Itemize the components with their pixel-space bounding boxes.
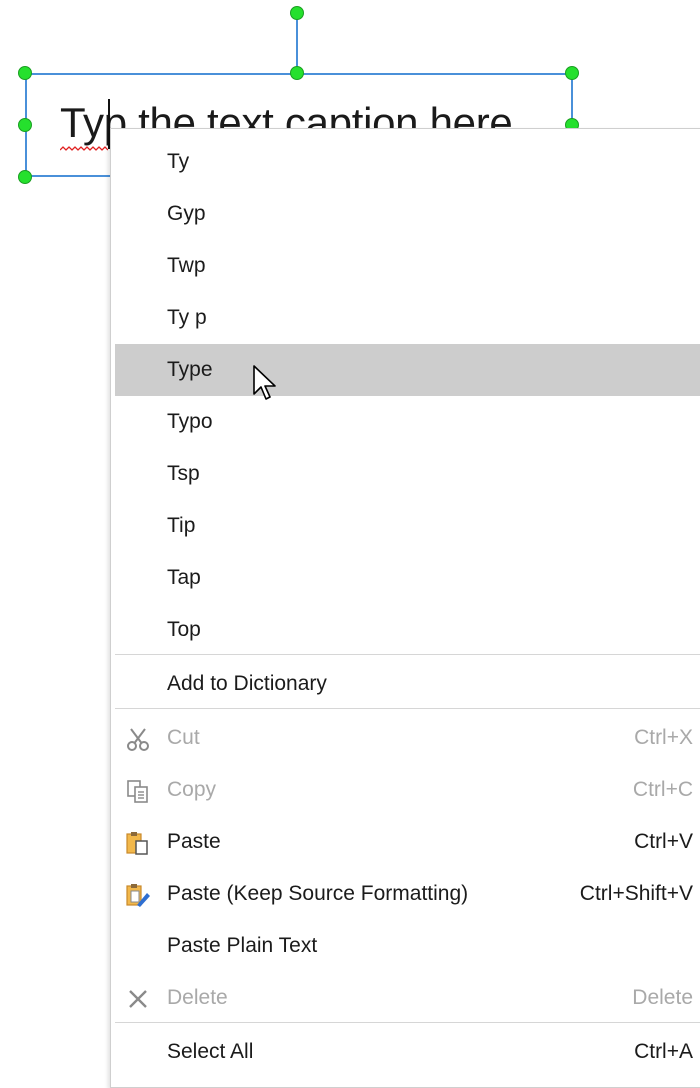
delete-label: Delete: [167, 986, 228, 1009]
paste-item[interactable]: Paste Ctrl+V: [115, 816, 700, 868]
resize-handle-top-left[interactable]: [18, 66, 32, 80]
paste-keep-shortcut: Ctrl+Shift+V: [579, 882, 693, 905]
add-to-dictionary-label: Add to Dictionary: [167, 672, 327, 695]
suggestion-label: Tip: [167, 514, 196, 537]
suggestion-item[interactable]: Top: [115, 604, 700, 656]
suggestion-label: Tsp: [167, 462, 200, 485]
suggestion-label: Top: [167, 618, 201, 641]
menu-separator: [115, 708, 700, 709]
suggestion-item[interactable]: Ty: [115, 136, 700, 188]
resize-handle-top-right[interactable]: [565, 66, 579, 80]
menu-separator: [115, 1022, 700, 1023]
suggestion-label: Tap: [167, 566, 201, 589]
suggestion-label: Gyp: [167, 202, 206, 225]
paste-plain-label: Paste Plain Text: [167, 934, 318, 957]
delete-shortcut: Delete: [632, 986, 693, 1009]
resize-handle-top[interactable]: [290, 66, 304, 80]
delete-item[interactable]: Delete Delete: [115, 972, 700, 1024]
delete-x-icon: [123, 984, 153, 1014]
paste-keep-label: Paste (Keep Source Formatting): [167, 882, 469, 905]
copy-icon: [123, 776, 153, 806]
suggestion-label: Ty: [167, 150, 190, 173]
suggestion-item[interactable]: Ty p: [115, 292, 700, 344]
select-all-label: Select All: [167, 1040, 254, 1063]
add-to-dictionary-item[interactable]: Add to Dictionary: [115, 658, 700, 710]
select-all-shortcut: Ctrl+A: [634, 1040, 693, 1063]
suggestion-label: Twp: [167, 254, 206, 277]
cut-item[interactable]: Cut Ctrl+X: [115, 712, 700, 764]
paste-label: Paste: [167, 830, 221, 853]
copy-label: Copy: [167, 778, 217, 801]
cut-label: Cut: [167, 726, 200, 749]
spellcheck-squiggle: [60, 146, 108, 151]
select-all-item[interactable]: Select All Ctrl+A: [115, 1026, 700, 1078]
suggestion-item[interactable]: Typo: [115, 396, 700, 448]
rotation-handle-line: [296, 14, 298, 74]
resize-handle-bottom-left[interactable]: [18, 170, 32, 184]
resize-handle-left[interactable]: [18, 118, 32, 132]
suggestion-item[interactable]: Gyp: [115, 188, 700, 240]
suggestion-item[interactable]: Twp: [115, 240, 700, 292]
cut-shortcut: Ctrl+X: [634, 726, 693, 749]
suggestion-item[interactable]: Tip: [115, 500, 700, 552]
suggestion-label: Ty p: [167, 306, 207, 329]
paste-icon: [123, 828, 153, 858]
copy-shortcut: Ctrl+C: [632, 778, 693, 801]
copy-item[interactable]: Copy Ctrl+C: [115, 764, 700, 816]
context-menu: Ty Gyp Twp Ty p Type Typo Tsp Tip Tap To…: [110, 128, 700, 1088]
paste-plain-text-item[interactable]: Paste Plain Text: [115, 920, 700, 972]
paste-keep-source-formatting-item[interactable]: Paste (Keep Source Formatting) Ctrl+Shif…: [115, 868, 700, 920]
menu-separator: [115, 654, 700, 655]
suggestion-item[interactable]: Tsp: [115, 448, 700, 500]
suggestion-item[interactable]: Tap: [115, 552, 700, 604]
paste-keep-formatting-icon: [123, 880, 153, 910]
suggestion-label: Typo: [167, 410, 213, 433]
scissors-icon: [123, 724, 153, 754]
suggestion-label: Type: [167, 358, 213, 381]
paste-shortcut: Ctrl+V: [634, 830, 693, 853]
suggestion-item-highlighted[interactable]: Type: [115, 344, 700, 396]
mouse-pointer-icon: [253, 365, 276, 400]
rotate-handle[interactable]: [290, 6, 304, 20]
